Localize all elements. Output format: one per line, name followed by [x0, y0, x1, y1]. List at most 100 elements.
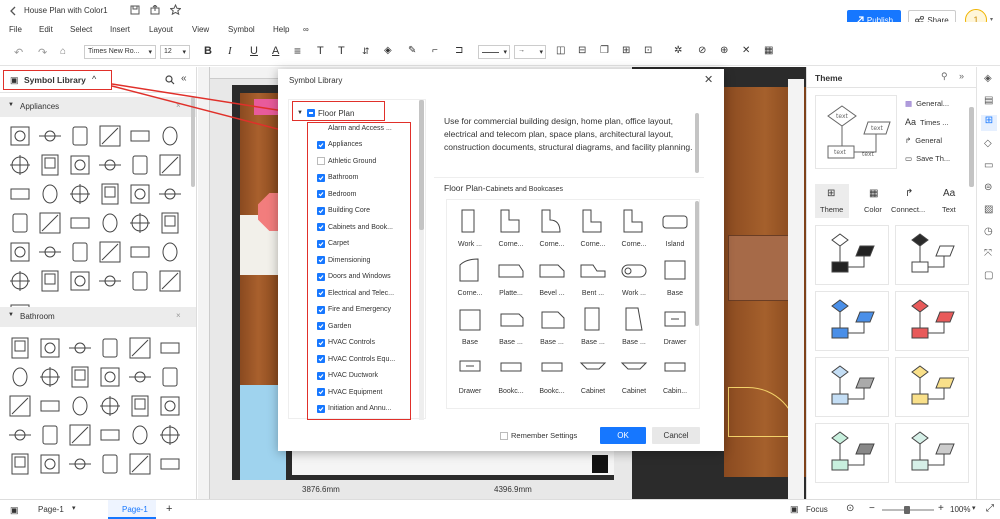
focus-label[interactable]: Focus	[806, 505, 828, 514]
checkbox[interactable]	[317, 173, 325, 182]
shape-item[interactable]: Base	[451, 304, 489, 348]
shape-item[interactable]: Drawer	[656, 304, 694, 348]
remember-settings[interactable]: Remember Settings	[500, 431, 577, 440]
close-icon[interactable]: ✕	[704, 73, 713, 86]
theme-option[interactable]: ▭ Save Th...	[905, 154, 950, 163]
shape-grid-scrollbar[interactable]	[695, 201, 699, 326]
theme-card[interactable]	[895, 291, 969, 351]
checkbox[interactable]	[317, 223, 325, 231]
theme-card[interactable]	[895, 423, 969, 483]
shape-item[interactable]: Island	[656, 206, 694, 250]
shape-item[interactable]: Bevel ...	[533, 255, 571, 299]
shape-item[interactable]: Base ...	[533, 304, 571, 348]
tree-item[interactable]: Athletic Ground	[317, 155, 376, 167]
shape-item[interactable]: Corne...	[615, 206, 653, 250]
tree-item[interactable]: Doors and Windows	[317, 271, 391, 283]
expand-icon[interactable]: ⤧	[984, 248, 992, 259]
page-select[interactable]: Page-1	[38, 505, 64, 514]
checkbox[interactable]	[317, 239, 325, 248]
tab-text[interactable]: Aa Text	[933, 184, 967, 218]
checkbox[interactable]	[500, 431, 508, 440]
checkbox[interactable]	[317, 338, 325, 347]
checkbox[interactable]	[317, 190, 325, 198]
tree-item[interactable]: Bedroom	[317, 188, 356, 200]
checkbox[interactable]	[317, 272, 325, 281]
page-icon[interactable]: ▭	[984, 160, 993, 171]
tree-item[interactable]: Bathroom	[317, 172, 358, 184]
tree-item[interactable]: Cabinets and Book...	[317, 221, 393, 233]
tree-item[interactable]: Electrical and Telec...	[317, 287, 394, 299]
pin-icon[interactable]: ⚲	[941, 71, 948, 82]
page-layout-icon[interactable]: ▣	[10, 505, 19, 516]
zoom-level[interactable]: 100%	[950, 505, 970, 514]
chevron-down-icon[interactable]: ▾	[972, 504, 976, 512]
shape-item[interactable]: Work ...	[451, 206, 489, 250]
tree-item[interactable]: Dimensioning	[317, 254, 370, 266]
tree-root[interactable]: ▼ Floor Plan	[297, 106, 354, 120]
shape-item[interactable]: Base ...	[574, 304, 612, 348]
shape-item[interactable]: Corne...	[492, 206, 530, 250]
tree-scrollbar[interactable]	[419, 100, 424, 420]
checkbox[interactable]	[317, 140, 325, 149]
tree-item[interactable]: Garden	[317, 320, 351, 332]
checkbox[interactable]	[317, 289, 325, 297]
tab-page-1[interactable]: Page-1	[108, 500, 156, 519]
theme-option[interactable]: ↱ General	[905, 136, 950, 145]
tab-theme[interactable]: ⊞ Theme	[815, 184, 849, 218]
shape-item[interactable]: Corne...	[574, 206, 612, 250]
theme-card[interactable]	[815, 357, 889, 417]
checkbox[interactable]	[317, 256, 325, 264]
checkbox[interactable]	[317, 355, 325, 363]
shape-item[interactable]: Base ...	[615, 304, 653, 348]
shape-item[interactable]: Cabinet	[615, 353, 653, 397]
theme-card[interactable]	[815, 423, 889, 483]
tree-item[interactable]: HVAC Equipment	[317, 386, 382, 398]
checkbox[interactable]	[317, 388, 325, 396]
tree-item[interactable]: Appliances	[317, 139, 362, 151]
shape-item[interactable]: Cabin...	[656, 353, 694, 397]
comment-icon[interactable]: ▢	[984, 270, 993, 281]
image-icon[interactable]: ▨	[984, 204, 993, 215]
shape-item[interactable]: Corne...	[533, 206, 571, 250]
tree-item[interactable]: HVAC Ductwork	[317, 370, 378, 382]
theme-option[interactable]: ▦ General...	[905, 99, 950, 108]
zoom-slider[interactable]	[882, 506, 934, 514]
checkbox[interactable]	[317, 305, 325, 314]
checkbox-partial[interactable]	[306, 109, 315, 117]
chevron-down-icon[interactable]: ▾	[72, 504, 76, 512]
style-icon[interactable]: ▤	[984, 95, 993, 106]
layers-icon[interactable]: ◇	[984, 138, 992, 149]
tab-color[interactable]: ▦ Color	[857, 184, 891, 218]
tree-item[interactable]: HVAC Controls Equ...	[317, 353, 395, 365]
checkbox[interactable]	[317, 404, 325, 413]
checkbox[interactable]	[317, 206, 325, 215]
tree-item[interactable]: Building Core	[317, 205, 370, 217]
checkbox[interactable]	[317, 157, 325, 165]
tree-item[interactable]: Initiation and Annu...	[317, 403, 391, 415]
theme-card[interactable]	[895, 225, 969, 285]
ok-button[interactable]: OK	[600, 427, 646, 444]
theme-card[interactable]	[815, 225, 889, 285]
shape-item[interactable]: Cabinet	[574, 353, 612, 397]
theme-icon[interactable]: ⊞	[981, 115, 997, 131]
theme-panel-scrollbar[interactable]	[969, 107, 974, 187]
shape-item[interactable]: Drawer	[451, 353, 489, 397]
history-icon[interactable]: ◷	[984, 226, 993, 237]
fullscreen-icon[interactable]: ⤢	[986, 503, 994, 514]
zoom-in-icon[interactable]: +	[938, 503, 944, 514]
shape-item[interactable]: Bent ...	[574, 255, 612, 299]
cancel-button[interactable]: Cancel	[652, 427, 700, 444]
shape-item[interactable]: Base ...	[492, 304, 530, 348]
tree-item[interactable]: Carpet	[317, 238, 349, 250]
tree-item[interactable]: Alarm and Access ...	[317, 122, 392, 134]
checkbox[interactable]	[317, 371, 325, 380]
theme-card[interactable]	[815, 291, 889, 351]
theme-card[interactable]	[895, 357, 969, 417]
tab-connector[interactable]: ↱ Connect...	[891, 184, 931, 218]
shape-item[interactable]: Work ...	[615, 255, 653, 299]
tree-item[interactable]: HVAC Controls	[317, 337, 375, 349]
theme-option[interactable]: Aa Times ...	[905, 117, 950, 127]
shape-item[interactable]: Platte...	[492, 255, 530, 299]
add-page-icon[interactable]: +	[166, 503, 172, 515]
format-icon[interactable]: ◈	[984, 73, 992, 84]
